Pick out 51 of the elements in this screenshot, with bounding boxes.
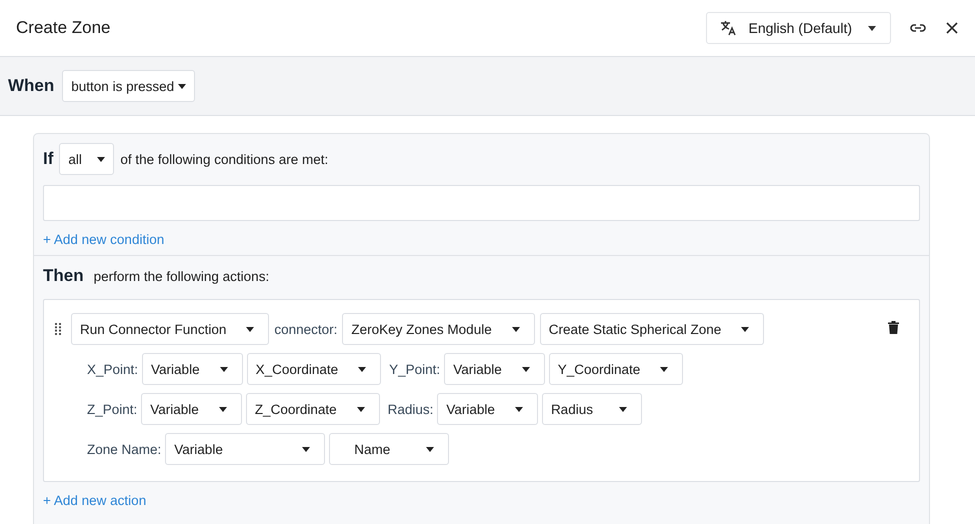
caret-icon [618, 406, 627, 412]
function-select[interactable]: Run Connector Function [71, 313, 270, 345]
quantifier-select[interactable]: all [59, 143, 114, 175]
caret-icon [218, 406, 227, 412]
caret-icon [660, 366, 668, 372]
trigger-select[interactable]: button is pressed [62, 70, 196, 102]
field-label: Z_Point: [87, 402, 138, 416]
caret-icon [426, 446, 434, 452]
trash-icon[interactable] [888, 321, 899, 334]
then-label: Then [43, 266, 84, 286]
value-select[interactable]: Y_Coordinate [548, 353, 684, 385]
value-select[interactable]: Radius [542, 393, 642, 425]
caret-icon [220, 366, 228, 372]
window-title: Create Zone [16, 18, 110, 38]
add-condition-link[interactable]: + Add new condition [43, 232, 164, 247]
caret-icon [246, 326, 254, 332]
source-select[interactable]: Variable [142, 353, 243, 385]
conditions-text: of the following conditions are met: [120, 152, 328, 166]
when-label: When [8, 76, 54, 96]
source-select[interactable]: Variable [165, 433, 326, 465]
operation-select[interactable]: Create Static Spherical Zone [540, 313, 764, 345]
source-select[interactable]: Variable [444, 353, 545, 385]
language-select[interactable]: English (Default) [706, 12, 891, 44]
if-label: If [43, 149, 54, 169]
actions-text: perform the following actions: [94, 268, 270, 284]
caret-icon [358, 366, 366, 372]
value-select[interactable]: X_Coordinate [246, 353, 382, 385]
caret-icon [741, 326, 750, 332]
value-select[interactable]: Z_Coordinate [246, 393, 380, 425]
field-label: Y_Point: [389, 362, 440, 376]
close-icon[interactable] [945, 21, 959, 35]
caret-icon [178, 84, 186, 88]
drag-handle-icon[interactable] [55, 323, 61, 335]
source-select[interactable]: Variable [141, 393, 242, 425]
connector-label: connector: [274, 322, 338, 336]
caret-icon [512, 326, 520, 332]
add-action-link[interactable]: + Add new action [43, 493, 146, 508]
caret-icon [356, 406, 365, 412]
caret-icon [514, 406, 523, 412]
translate-icon [718, 19, 736, 37]
caret-icon [868, 26, 876, 30]
field-label: Radius: [388, 402, 434, 416]
connector-select[interactable]: ZeroKey Zones Module [342, 313, 535, 345]
conditions-field[interactable] [43, 185, 920, 221]
source-select[interactable]: Variable [437, 393, 538, 425]
caret-icon [522, 366, 530, 372]
caret-icon [97, 156, 106, 162]
field-label: Zone Name: [87, 442, 162, 456]
caret-icon [302, 446, 310, 452]
field-label: X_Point: [87, 362, 138, 376]
value-select[interactable]: Name [329, 433, 450, 465]
